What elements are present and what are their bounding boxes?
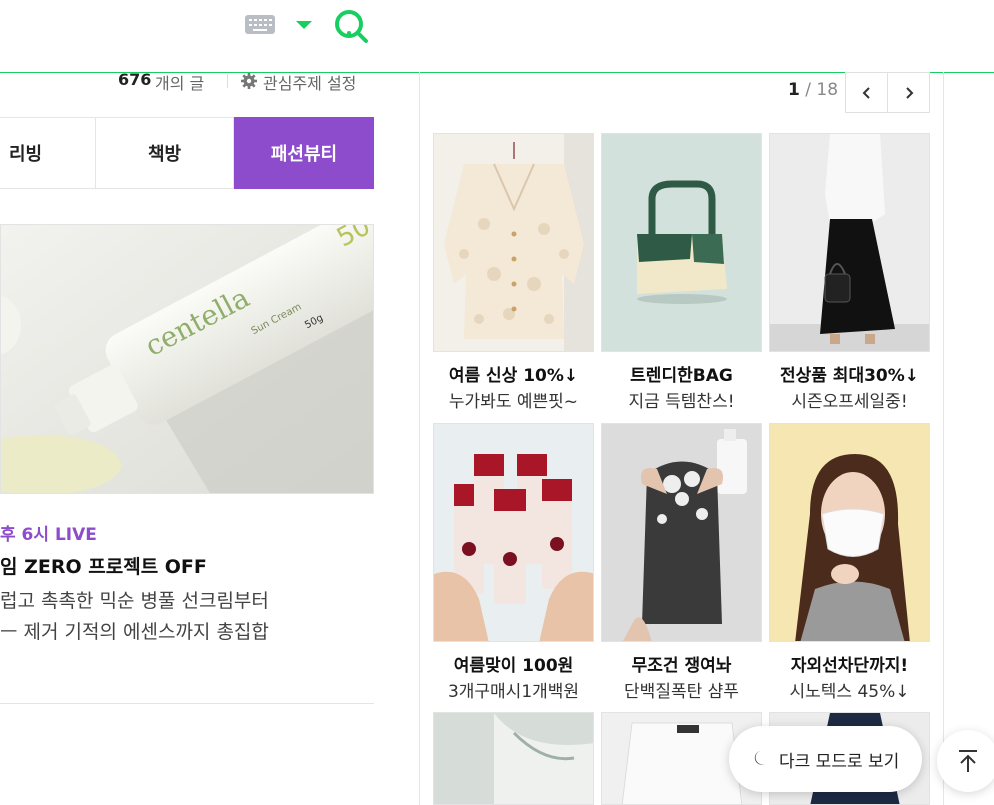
product-subtitle: 시즌오프세일중! bbox=[791, 392, 908, 412]
product-image bbox=[601, 133, 762, 352]
product-title: 트렌디한BAG bbox=[630, 366, 733, 386]
product-card[interactable]: 자외선차단까지! 시노텍스 45%↓ bbox=[769, 423, 930, 702]
prev-page-button[interactable] bbox=[845, 72, 888, 113]
product-title: 무조건 쟁여놔 bbox=[631, 656, 732, 676]
article-description: 럽고 촉촉한 믹순 병풀 선크림부터 ㅡ 제거 기적의 에센스까지 총집합 bbox=[0, 586, 269, 648]
moon-icon bbox=[754, 751, 765, 765]
top-bar bbox=[0, 0, 994, 73]
tab-living[interactable]: 리빙 bbox=[0, 117, 96, 189]
product-card[interactable]: 트렌디한BAG 지금 득템찬스! bbox=[601, 133, 762, 412]
post-count-unit: 개의 글 bbox=[155, 74, 205, 93]
sun-cream-image: centella Sun Cream 50g 50 bbox=[1, 225, 373, 493]
product-image bbox=[769, 133, 930, 352]
product-title: 여름 신상 10%↓ bbox=[448, 366, 579, 386]
dark-mode-button[interactable]: 다크 모드로 보기 bbox=[729, 726, 922, 792]
product-subtitle: 단백질폭탄 샴푸 bbox=[624, 682, 739, 702]
caret-down-icon[interactable] bbox=[296, 21, 312, 29]
arrow-up-to-top-icon bbox=[959, 750, 977, 772]
page-indicator: 1 / 18 bbox=[788, 80, 838, 100]
article-desc-line2: ㅡ 제거 기적의 에센스까지 총집합 bbox=[0, 621, 269, 643]
product-card[interactable]: 여름 신상 10%↓ 누가봐도 예쁜핏~ bbox=[433, 133, 594, 412]
product-card[interactable]: 여름맞이 100원 3개구매시1개백원 bbox=[433, 423, 594, 702]
chevron-right-icon bbox=[905, 86, 913, 99]
tab-fashion-beauty[interactable]: 패션뷰티 bbox=[234, 117, 374, 189]
product-title: 자외선차단까지! bbox=[790, 656, 909, 676]
search-icon[interactable] bbox=[333, 8, 369, 44]
keyboard-icon[interactable] bbox=[245, 15, 275, 34]
product-image bbox=[769, 423, 930, 642]
product-image bbox=[433, 423, 594, 642]
chevron-left-icon bbox=[862, 86, 870, 99]
panel-divider bbox=[419, 72, 420, 805]
product-subtitle: 누가봐도 예쁜핏~ bbox=[448, 392, 579, 412]
next-page-button[interactable] bbox=[887, 72, 930, 113]
article-title[interactable]: 임 ZERO 프로젝트 OFF bbox=[0, 552, 207, 579]
article-thumbnail[interactable]: centella Sun Cream 50g 50 bbox=[0, 224, 374, 494]
product-subtitle: 지금 득템찬스! bbox=[628, 392, 735, 412]
product-image bbox=[601, 423, 762, 642]
product-card[interactable]: 전상품 최대30%↓ 시즌오프세일중! bbox=[769, 133, 930, 412]
product-subtitle: 시노텍스 45%↓ bbox=[789, 682, 910, 702]
product-title: 여름맞이 100원 bbox=[453, 656, 574, 676]
live-schedule-label: 후 6시 LIVE bbox=[0, 525, 97, 545]
article-desc-line1: 럽고 촉촉한 믹순 병풀 선크림부터 bbox=[0, 590, 269, 612]
interest-setting-link[interactable]: 관심주제 설정 bbox=[263, 70, 356, 94]
feed-count-row: 676 개의 글 관심주제 설정 bbox=[0, 68, 374, 94]
page-current: 1 bbox=[788, 80, 800, 100]
separator bbox=[227, 74, 228, 88]
dark-mode-label: 다크 모드로 보기 bbox=[779, 751, 900, 772]
divider bbox=[0, 703, 374, 704]
post-count: 676 bbox=[118, 70, 152, 89]
product-subtitle: 3개구매시1개백원 bbox=[447, 682, 580, 702]
tab-books[interactable]: 책방 bbox=[96, 117, 234, 189]
category-tabs: 리빙 책방 패션뷰티 bbox=[0, 117, 374, 191]
product-card[interactable] bbox=[433, 712, 594, 805]
product-image bbox=[433, 133, 594, 352]
page-total: / 18 bbox=[805, 80, 839, 100]
gear-icon[interactable] bbox=[240, 72, 258, 90]
product-card[interactable]: 무조건 쟁여놔 단백질폭탄 샴푸 bbox=[601, 423, 762, 702]
panel-divider-right bbox=[943, 72, 944, 805]
scroll-to-top-button[interactable] bbox=[937, 730, 994, 792]
product-image bbox=[433, 712, 594, 805]
product-title: 전상품 최대30%↓ bbox=[779, 366, 920, 386]
